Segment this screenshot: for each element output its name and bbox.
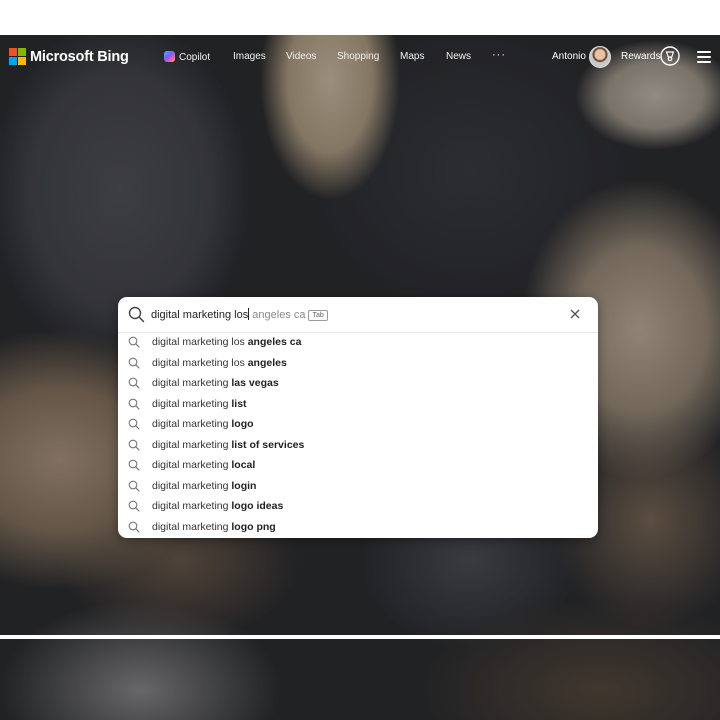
suggestion-item[interactable]: digital marketing list of services: [118, 435, 598, 455]
hamburger-menu-icon[interactable]: [697, 51, 711, 63]
search-icon: [128, 439, 140, 451]
suggestion-prefix: digital marketing: [152, 459, 232, 471]
logo-square-yellow: [18, 57, 26, 65]
suggestion-text: digital marketing los angeles: [152, 357, 287, 369]
avatar[interactable]: [589, 46, 611, 68]
nav-news[interactable]: News: [446, 51, 471, 62]
rewards-trophy-icon[interactable]: [660, 46, 680, 66]
suggestion-bold: logo png: [231, 521, 276, 533]
suggestion-prefix: digital marketing: [152, 418, 232, 430]
suggestion-item[interactable]: digital marketing logo: [118, 414, 598, 434]
suggestion-text: digital marketing list of services: [152, 439, 304, 451]
logo-square-green: [18, 48, 26, 56]
suggestion-prefix: digital marketing: [152, 398, 232, 410]
suggestion-bold: angeles ca: [247, 336, 302, 348]
search-icon: [128, 377, 140, 389]
suggestion-item[interactable]: digital marketing los angeles ca: [118, 332, 598, 352]
more-options-icon[interactable]: ···: [492, 49, 506, 61]
nav-copilot[interactable]: Copilot: [164, 51, 210, 63]
search-input[interactable]: digital marketing los angeles ca Tab: [151, 308, 328, 321]
nav-images[interactable]: Images: [233, 51, 266, 62]
rewards-label[interactable]: Rewards: [621, 51, 660, 62]
suggestion-bold: logo: [231, 418, 254, 430]
suggestion-bold: angeles: [247, 357, 287, 369]
search-typed-text: digital marketing los: [151, 309, 249, 321]
header-bar: Microsoft Bing Copilot Images Videos Sho…: [0, 35, 720, 79]
search-icon: [128, 418, 140, 430]
search-icon: [128, 459, 140, 471]
suggestion-item[interactable]: digital marketing logo png: [118, 517, 598, 537]
search-icon: [128, 398, 140, 410]
suggestion-prefix: digital marketing: [152, 377, 232, 389]
suggestion-prefix: digital marketing: [152, 439, 232, 451]
logo-square-blue: [9, 57, 17, 65]
top-white-band: [0, 0, 720, 35]
bing-logo[interactable]: Microsoft Bing: [9, 48, 129, 65]
suggestion-bold: login: [231, 480, 257, 492]
suggestion-bold: local: [231, 459, 256, 471]
suggestion-bold: las vegas: [231, 377, 279, 389]
search-box[interactable]: digital marketing los angeles ca Tab: [118, 297, 598, 333]
suggestion-text: digital marketing los angeles ca: [152, 336, 301, 348]
suggestion-prefix: digital marketing: [152, 480, 232, 492]
nav-maps[interactable]: Maps: [400, 51, 424, 62]
suggestion-bold: list: [231, 398, 247, 410]
suggestion-prefix: digital marketing los: [152, 357, 248, 369]
suggestion-item[interactable]: digital marketing list: [118, 394, 598, 414]
search-icon: [128, 480, 140, 492]
suggestion-text: digital marketing logo: [152, 418, 254, 430]
suggestion-item[interactable]: digital marketing login: [118, 476, 598, 496]
search-autosuggest-panel: digital marketing los angeles ca Tab digi…: [118, 297, 598, 538]
nav-copilot-label: Copilot: [179, 52, 211, 63]
nav-videos[interactable]: Videos: [286, 51, 316, 62]
clear-search-icon[interactable]: [569, 308, 581, 320]
suggestion-bold: logo ideas: [231, 500, 284, 512]
tab-key-hint: Tab: [308, 310, 328, 321]
suggestion-text: digital marketing login: [152, 480, 256, 492]
suggestion-text: digital marketing local: [152, 459, 255, 471]
suggestion-item[interactable]: digital marketing local: [118, 455, 598, 475]
suggestion-text: digital marketing list: [152, 398, 247, 410]
user-name[interactable]: Antonio: [552, 51, 586, 62]
nav-shopping[interactable]: Shopping: [337, 51, 379, 62]
suggestion-text: digital marketing logo ideas: [152, 500, 283, 512]
suggestion-item[interactable]: digital marketing logo ideas: [118, 496, 598, 516]
suggestion-prefix: digital marketing: [152, 521, 232, 533]
suggestion-item[interactable]: digital marketing los angeles: [118, 353, 598, 373]
bottom-white-band: [0, 635, 720, 639]
suggestion-text: digital marketing logo png: [152, 521, 276, 533]
suggestion-bold: list of services: [231, 439, 305, 451]
suggestion-prefix: digital marketing: [152, 500, 232, 512]
copilot-icon: [164, 51, 175, 62]
logo-square-red: [9, 48, 17, 56]
search-inline-completion: angeles ca: [249, 309, 306, 321]
brand-name: Microsoft Bing: [30, 48, 129, 65]
search-icon[interactable]: [128, 306, 145, 323]
search-icon: [128, 336, 140, 348]
suggestion-prefix: digital marketing los: [152, 336, 248, 348]
search-icon: [128, 357, 140, 369]
search-icon: [128, 500, 140, 512]
suggestion-text: digital marketing las vegas: [152, 377, 279, 389]
microsoft-logo-icon: [9, 48, 26, 65]
suggestion-item[interactable]: digital marketing las vegas: [118, 373, 598, 393]
search-icon: [128, 521, 140, 533]
